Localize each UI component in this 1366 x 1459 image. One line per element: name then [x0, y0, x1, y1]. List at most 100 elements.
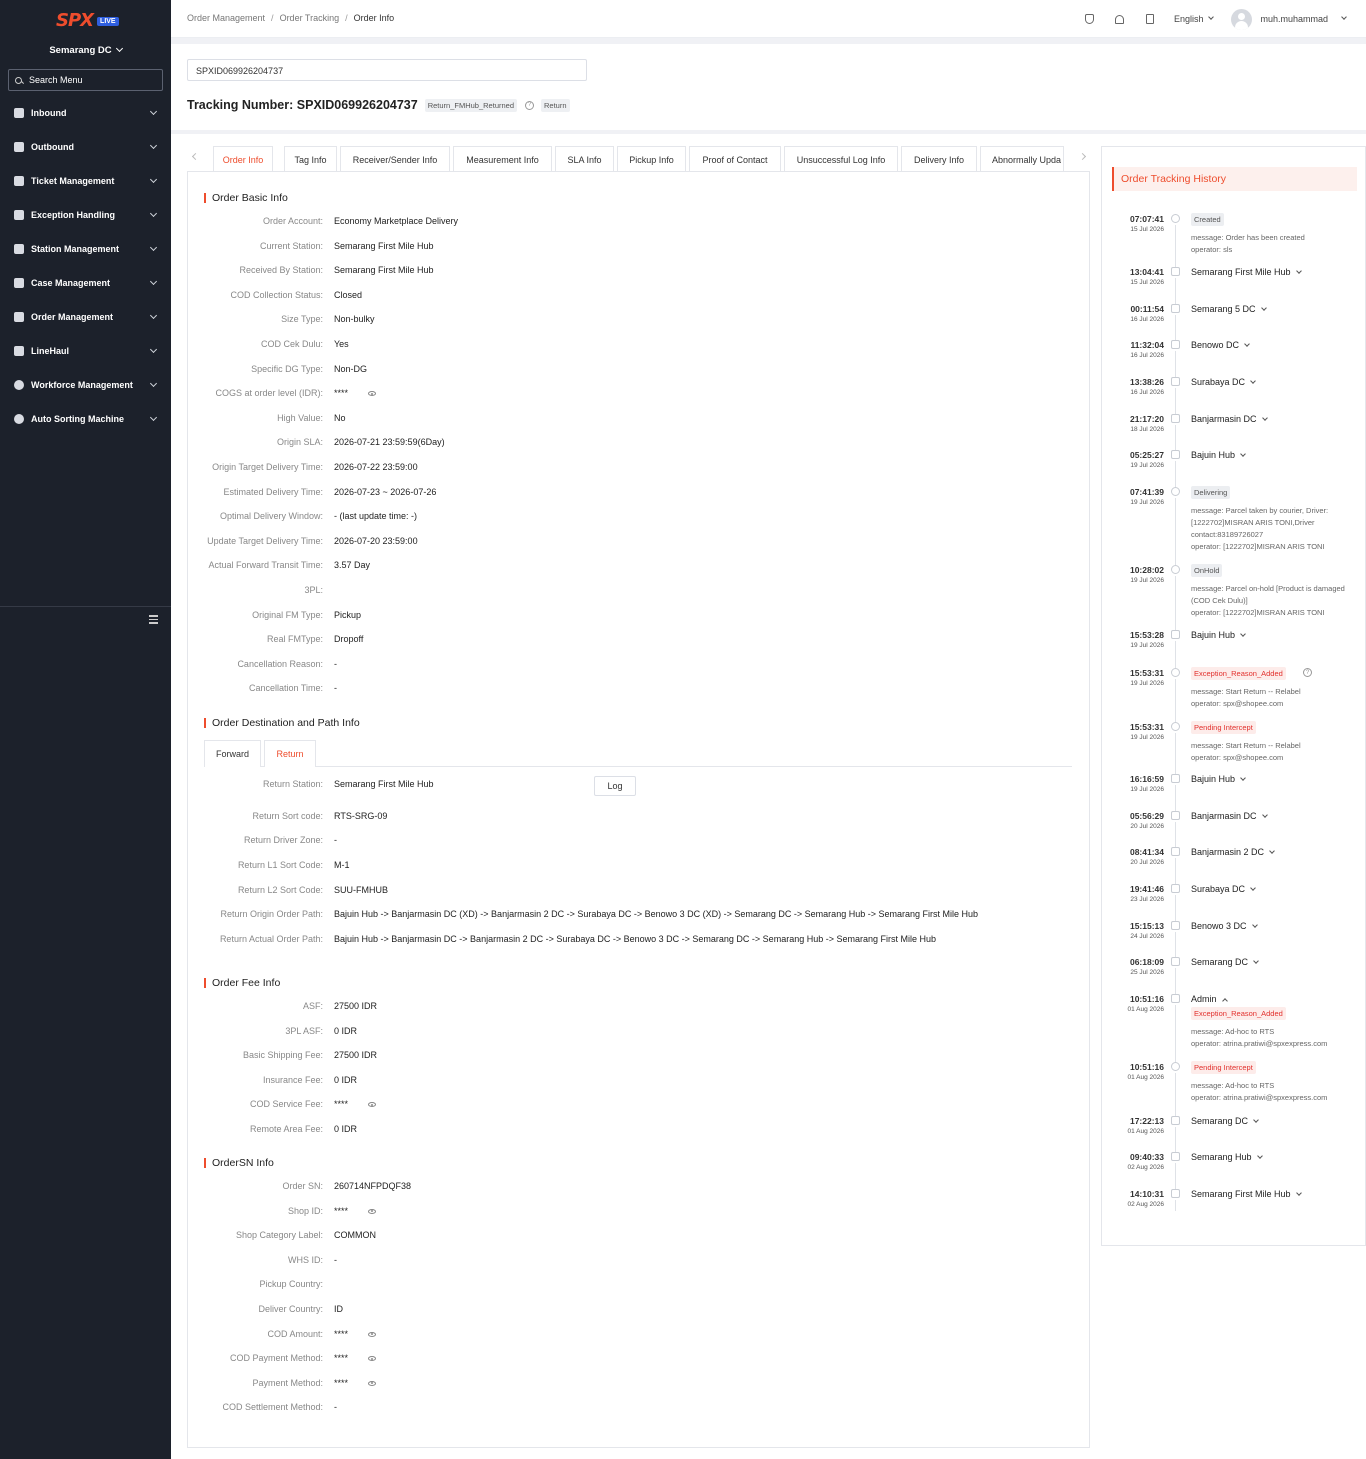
- field-value-text: -: [334, 683, 337, 694]
- avatar[interactable]: [1231, 8, 1253, 30]
- chevron-down-icon: [1295, 1190, 1302, 1196]
- field-value-text: ****: [334, 1353, 349, 1364]
- language-selector[interactable]: English: [1174, 14, 1215, 24]
- tab-proof-of-contact[interactable]: Proof of Contact: [689, 146, 781, 172]
- clipboard-icon[interactable]: [1144, 13, 1156, 25]
- event-station[interactable]: Bajuin Hub: [1191, 774, 1246, 784]
- help-icon[interactable]: ?: [1303, 668, 1312, 677]
- event-station[interactable]: Semarang 5 DC: [1191, 304, 1267, 314]
- field-label: Current Station:: [259, 240, 323, 251]
- tab-abnormally-upda[interactable]: Abnormally Upda: [980, 146, 1064, 172]
- tab-tag-info[interactable]: Tag Info: [284, 146, 337, 172]
- field-value-text: -: [334, 658, 337, 669]
- section-title-fee-info: Order Fee Info: [204, 978, 280, 988]
- tab-sla-info[interactable]: SLA Info: [555, 146, 614, 172]
- info-row: Basic Shipping Fee: 27500 IDR: [188, 1050, 1088, 1064]
- sidebar-item-linehaul[interactable]: LineHaul: [0, 334, 171, 368]
- event-status-tag: Exception_Reason_Added: [1191, 667, 1286, 680]
- eye-icon[interactable]: [368, 1102, 377, 1108]
- tab-order-info[interactable]: Order Info: [213, 146, 273, 172]
- timeline-line: [1175, 895, 1176, 921]
- subtab-forward[interactable]: Forward: [204, 740, 261, 767]
- event-station[interactable]: Bajuin Hub: [1191, 450, 1246, 460]
- event-date: 19 Jul 2026: [1130, 680, 1164, 687]
- eye-icon[interactable]: [368, 1356, 377, 1362]
- search-menu-input[interactable]: Search Menu: [8, 69, 163, 91]
- tab-measurement-info[interactable]: Measurement Info: [453, 146, 552, 172]
- event-station-name: Banjarmasin DC: [1191, 811, 1257, 821]
- event-station[interactable]: Semarang DC: [1191, 1116, 1259, 1126]
- tabs-next-icon[interactable]: [1078, 152, 1087, 161]
- user-menu[interactable]: muh.muhammad: [1260, 14, 1347, 24]
- event-station[interactable]: Surabaya DC: [1191, 884, 1256, 894]
- event-station-name: Surabaya DC: [1191, 884, 1246, 894]
- eye-icon[interactable]: [368, 391, 377, 397]
- menu-collapse-icon[interactable]: [149, 615, 158, 624]
- tab-unsuccessful-log-info[interactable]: Unsuccessful Log Info: [784, 146, 898, 172]
- event-station[interactable]: Semarang DC: [1191, 957, 1259, 967]
- chevron-down-icon: [149, 107, 158, 116]
- bell-icon[interactable]: [1114, 13, 1126, 25]
- breadcrumb-order-management[interactable]: Order Management: [187, 13, 265, 23]
- tab-receiver-sender-info[interactable]: Receiver/Sender Info: [340, 146, 450, 172]
- sidebar-item-workforce-management[interactable]: Workforce Management: [0, 368, 171, 402]
- event-station[interactable]: Benowo 3 DC: [1191, 921, 1258, 931]
- event-station[interactable]: Semarang First Mile Hub: [1191, 267, 1302, 277]
- field-label: ASF:: [302, 1001, 323, 1011]
- sidebar-item-exception-handling[interactable]: Exception Handling: [0, 198, 171, 232]
- station-icon: [1171, 994, 1180, 1003]
- shield-icon[interactable]: [1084, 13, 1096, 25]
- tracking-panel: SPXID069926204737 Tracking Number: SPXID…: [171, 44, 1366, 130]
- field-label: COD Collection Status:: [230, 289, 323, 300]
- field-value-text: -: [334, 1254, 337, 1265]
- tab-pickup-info[interactable]: Pickup Info: [617, 146, 686, 172]
- sidebar-item-case-management[interactable]: Case Management: [0, 266, 171, 300]
- info-row: Order SN: 260714NFPDQF38: [188, 1181, 1088, 1195]
- event-station[interactable]: Admin: [1191, 994, 1228, 1004]
- event-station[interactable]: Banjarmasin DC: [1191, 811, 1268, 821]
- help-icon[interactable]: ?: [525, 100, 534, 110]
- subtab-return[interactable]: Return: [264, 740, 316, 767]
- event-time: 19:41:46: [1129, 884, 1164, 894]
- sidebar-item-inbound[interactable]: Inbound: [0, 96, 171, 130]
- field-value-text: Non-bulky: [334, 314, 375, 325]
- sidebar-item-station-management[interactable]: Station Management: [0, 232, 171, 266]
- spx-logo[interactable]: SPX LIVE: [56, 10, 119, 31]
- status-dot-icon: [1171, 487, 1180, 496]
- eye-icon[interactable]: [368, 1331, 377, 1337]
- eye-icon[interactable]: [368, 1208, 377, 1214]
- sidebar-divider: [0, 606, 171, 607]
- tab-delivery-info[interactable]: Delivery Info: [901, 146, 977, 172]
- event-station[interactable]: Semarang Hub: [1191, 1152, 1263, 1162]
- event-station[interactable]: Semarang First Mile Hub: [1191, 1189, 1302, 1199]
- sidebar-item-outbound[interactable]: Outbound: [0, 130, 171, 164]
- tracking-number-input[interactable]: SPXID069926204737: [187, 59, 587, 81]
- sidebar-item-auto-sorting-machine[interactable]: Auto Sorting Machine: [0, 402, 171, 436]
- status-dot-icon: [1171, 668, 1180, 677]
- tabs-prev-icon[interactable]: [191, 152, 200, 161]
- timeline-line: [1175, 785, 1176, 811]
- event-station[interactable]: Bajuin Hub: [1191, 630, 1246, 640]
- info-row: COD Settlement Method: -: [188, 1402, 1088, 1416]
- event-station[interactable]: Banjarmasin DC: [1191, 414, 1268, 424]
- breadcrumb-order-tracking[interactable]: Order Tracking: [280, 13, 340, 23]
- event-station[interactable]: Banjarmasin 2 DC: [1191, 847, 1275, 857]
- info-row: Payment Method: ****: [188, 1378, 1088, 1392]
- event-station[interactable]: Surabaya DC: [1191, 377, 1256, 387]
- tracking-title: Tracking Number: SPXID069926204737 Retur…: [187, 98, 570, 112]
- event-time: 13:38:26: [1129, 377, 1164, 387]
- field-label: Shop Category Label:: [235, 1230, 323, 1241]
- field-label: Return L1 Sort Code:: [237, 860, 323, 870]
- sidebar-item-order-management[interactable]: Order Management: [0, 300, 171, 334]
- station-switcher[interactable]: Semarang DC: [0, 44, 171, 56]
- info-row: High Value: No: [188, 413, 1088, 427]
- station-icon: [1171, 267, 1180, 276]
- tracking-number: SPXID069926204737: [296, 98, 418, 112]
- field-value: 260714NFPDQF38: [334, 1181, 411, 1191]
- eye-icon[interactable]: [368, 1380, 377, 1386]
- field-value: Non-bulky: [334, 314, 375, 324]
- event-station[interactable]: Benowo DC: [1191, 340, 1250, 350]
- station-icon: [1171, 884, 1180, 893]
- sidebar-item-ticket-management[interactable]: Ticket Management: [0, 164, 171, 198]
- log-button[interactable]: Log: [594, 776, 636, 796]
